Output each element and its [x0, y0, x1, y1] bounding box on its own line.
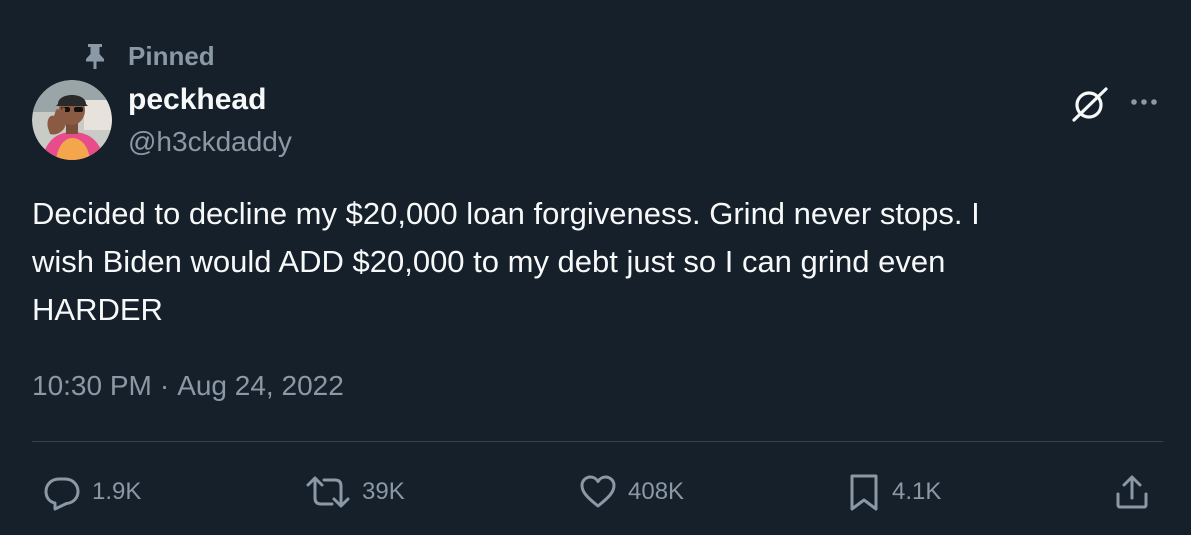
tweet-card: Pinned peckhead @h3ckdaddy Decided to de…	[0, 0, 1191, 535]
avatar[interactable]	[32, 80, 112, 160]
more-icon[interactable]	[1126, 88, 1162, 116]
grok-icon[interactable]	[1070, 84, 1110, 124]
retweet-count: 39K	[362, 478, 405, 505]
divider	[32, 441, 1163, 442]
retweet-button[interactable]: 39K	[304, 472, 405, 512]
tweet-timestamp[interactable]: 10:30 PM · Aug 24, 2022	[32, 366, 344, 406]
author-handle[interactable]: @h3ckdaddy	[128, 124, 292, 160]
pin-icon	[82, 41, 108, 71]
heart-icon	[578, 472, 618, 512]
reply-button[interactable]: 1.9K	[42, 472, 141, 512]
like-button[interactable]: 408K	[578, 472, 684, 512]
retweet-icon	[304, 472, 352, 512]
pinned-label: Pinned	[128, 40, 215, 71]
reply-icon	[42, 472, 82, 512]
tweet-time[interactable]: 10:30 PM	[32, 366, 152, 406]
tweet-date[interactable]: Aug 24, 2022	[177, 366, 344, 406]
reply-count: 1.9K	[92, 478, 142, 505]
author-display-name[interactable]: peckhead	[128, 82, 266, 118]
bookmark-icon	[846, 472, 882, 512]
bookmark-button[interactable]: 4.1K	[846, 472, 941, 512]
share-button[interactable]	[1114, 474, 1150, 510]
tweet-text: Decided to decline my $20,000 loan forgi…	[32, 196, 980, 327]
pinned-indicator: Pinned	[82, 40, 215, 72]
bookmark-count: 4.1K	[892, 478, 942, 505]
like-count: 408K	[628, 478, 685, 505]
share-icon	[1114, 475, 1150, 514]
meta-separator: ·	[159, 370, 170, 401]
